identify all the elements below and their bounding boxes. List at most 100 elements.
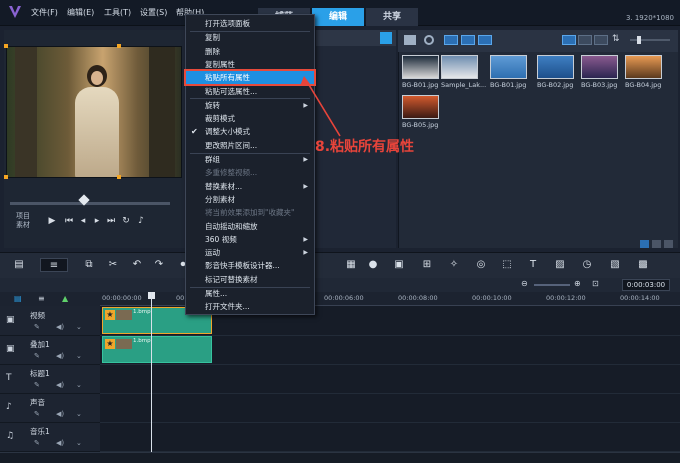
library-option-icon[interactable] bbox=[652, 240, 661, 248]
preview-scrubber[interactable] bbox=[10, 202, 170, 205]
timecode-display[interactable]: 0:00:03:00 bbox=[622, 279, 670, 291]
library-thumbnail[interactable] bbox=[490, 55, 527, 79]
track-view-icon[interactable]: ▤ bbox=[14, 294, 22, 303]
cut-icon[interactable]: ✂ bbox=[106, 258, 120, 272]
track-mute-icon[interactable]: ◀) bbox=[56, 381, 64, 389]
subtitle-icon[interactable]: ▣ bbox=[392, 258, 406, 272]
context-menu-item[interactable]: 运动 ▶ bbox=[186, 246, 314, 259]
context-menu-item[interactable]: 裁剪模式 bbox=[186, 112, 314, 125]
context-menu-item[interactable]: 调整大小模式 ✔ bbox=[186, 125, 314, 138]
context-menu-item[interactable]: 复制 bbox=[186, 31, 314, 44]
split-screen-icon[interactable]: ⊞ bbox=[420, 258, 434, 272]
color-grading-icon[interactable]: ▦ bbox=[344, 258, 358, 272]
timeline-clip[interactable]: ★ 1.bmp bbox=[102, 336, 212, 363]
thumb-size-knob[interactable] bbox=[637, 36, 641, 44]
context-menu-item[interactable]: 标记可替换素材 bbox=[186, 273, 314, 286]
track-expand-icon[interactable]: ⌄ bbox=[76, 381, 82, 389]
tab-edit[interactable]: 编辑 bbox=[312, 8, 364, 26]
tab-share[interactable]: 共享 bbox=[366, 8, 418, 26]
track-row[interactable] bbox=[100, 393, 680, 423]
mode-clip-label[interactable]: 素材 bbox=[16, 221, 30, 230]
preview-image[interactable] bbox=[6, 46, 182, 178]
resize-handle[interactable] bbox=[117, 175, 121, 179]
library-thumbnail[interactable] bbox=[402, 55, 439, 79]
resize-handle[interactable] bbox=[4, 175, 8, 179]
stabilize-icon[interactable]: ◎ bbox=[474, 258, 488, 272]
step-back-icon[interactable]: ◂ bbox=[78, 216, 88, 226]
track-mute-icon[interactable]: ◀) bbox=[56, 323, 64, 331]
context-menu-item[interactable]: 影音快手模板设计器... bbox=[186, 259, 314, 272]
sort-icon[interactable]: ⇅ bbox=[612, 34, 620, 44]
filter-image-button[interactable] bbox=[461, 35, 475, 45]
context-menu-item[interactable]: 打开文件夹... bbox=[186, 300, 314, 313]
track-mute-icon[interactable]: ◀) bbox=[56, 439, 64, 447]
track-header[interactable]: ▣ 视频 ✎ ◀) ⌄ bbox=[0, 306, 100, 336]
crop-icon[interactable]: ⬚ bbox=[500, 258, 514, 272]
mode-project-label[interactable]: 项目 bbox=[16, 212, 30, 221]
fit-timeline-icon[interactable]: ⊡ bbox=[592, 279, 599, 288]
view-thumb-button[interactable] bbox=[578, 35, 592, 45]
menu-item-paste-all-attributes[interactable]: 粘贴所有属性 bbox=[184, 69, 316, 87]
track-edit-icon[interactable]: ✎ bbox=[34, 323, 40, 331]
library-thumbnail[interactable] bbox=[625, 55, 662, 79]
timeline-view-icon[interactable]: ≡ bbox=[40, 258, 68, 272]
motion-icon[interactable]: ✧ bbox=[447, 258, 461, 272]
track-expand-icon[interactable]: ⌄ bbox=[76, 352, 82, 360]
track-header[interactable]: T 标题1 ✎ ◀) ⌄ bbox=[0, 364, 100, 394]
library-thumbnail[interactable] bbox=[537, 55, 574, 79]
zoom-slider[interactable] bbox=[534, 284, 570, 286]
track-header[interactable]: ♫ 音乐1 ✎ ◀) ⌄ bbox=[0, 422, 100, 452]
zoom-out-icon[interactable]: ⊖ bbox=[521, 279, 528, 288]
track-edit-icon[interactable]: ✎ bbox=[34, 439, 40, 447]
context-menu-item[interactable]: 删除 bbox=[186, 45, 314, 58]
filter-audio-button[interactable] bbox=[478, 35, 492, 45]
add-track-icon[interactable]: ▲ bbox=[62, 294, 68, 303]
context-menu-item[interactable]: 复制属性 bbox=[186, 58, 314, 71]
playhead[interactable] bbox=[151, 292, 152, 452]
track-mute-icon[interactable]: ◀) bbox=[56, 410, 64, 418]
repeat-icon[interactable]: ↻ bbox=[121, 216, 131, 226]
filter-video-button[interactable] bbox=[444, 35, 458, 45]
context-menu-item[interactable]: 自动摇动和缩放 bbox=[186, 220, 314, 233]
context-menu-item[interactable]: 分割素材 bbox=[186, 193, 314, 206]
track-expand-icon[interactable]: ⌄ bbox=[76, 439, 82, 447]
context-menu-item[interactable]: 属性... bbox=[186, 287, 314, 300]
gif-icon[interactable]: ▩ bbox=[636, 258, 650, 272]
resize-handle[interactable] bbox=[4, 44, 8, 48]
track-row[interactable] bbox=[100, 422, 680, 452]
context-menu-item[interactable]: 更改照片区间... bbox=[186, 139, 314, 152]
track-expand-icon[interactable]: ⌄ bbox=[76, 410, 82, 418]
track-list-icon[interactable]: ≡ bbox=[38, 294, 45, 303]
context-menu-item[interactable]: 粘贴可选属性... bbox=[186, 85, 314, 98]
import-icon[interactable] bbox=[424, 35, 434, 45]
mask-icon[interactable]: ● bbox=[366, 258, 380, 272]
library-thumbnail[interactable] bbox=[441, 55, 478, 79]
library-option-icon[interactable] bbox=[640, 240, 649, 248]
volume-icon[interactable]: ♪ bbox=[136, 216, 146, 226]
context-menu-item[interactable]: 打开选项面板 bbox=[186, 17, 314, 30]
context-menu-item[interactable]: 替换素材... ▶ bbox=[186, 180, 314, 193]
storyboard-view-icon[interactable]: ▤ bbox=[12, 258, 26, 272]
menu-file[interactable]: 文件(F) bbox=[31, 7, 58, 18]
menu-edit[interactable]: 编辑(E) bbox=[67, 7, 94, 18]
speed-icon[interactable]: ◷ bbox=[580, 258, 594, 272]
folder-icon[interactable] bbox=[404, 35, 416, 45]
track-row[interactable] bbox=[100, 364, 680, 394]
context-menu-item[interactable]: 群组 ▶ bbox=[186, 153, 314, 166]
track-mute-icon[interactable]: ◀) bbox=[56, 352, 64, 360]
play-icon[interactable]: ▶ bbox=[47, 216, 57, 226]
zoom-in-icon[interactable]: ⊕ bbox=[574, 279, 581, 288]
options-toggle-icon[interactable] bbox=[380, 32, 392, 44]
skip-end-icon[interactable]: ⏭ bbox=[106, 216, 116, 226]
track-edit-icon[interactable]: ✎ bbox=[34, 381, 40, 389]
library-thumbnail[interactable] bbox=[402, 95, 439, 119]
undo-icon[interactable]: ↶ bbox=[130, 258, 144, 272]
redo-icon[interactable]: ↷ bbox=[152, 258, 166, 272]
context-menu-item[interactable]: 旋转 ▶ bbox=[186, 99, 314, 112]
track-header[interactable]: ▣ 叠加1 ✎ ◀) ⌄ bbox=[0, 335, 100, 365]
track-expand-icon[interactable]: ⌄ bbox=[76, 323, 82, 331]
track-manager-icon[interactable]: ⧉ bbox=[82, 258, 96, 272]
track-edit-icon[interactable]: ✎ bbox=[34, 410, 40, 418]
track-header[interactable]: ♪ 声音 ✎ ◀) ⌄ bbox=[0, 393, 100, 423]
audio-ducking-icon[interactable]: ▨ bbox=[553, 258, 567, 272]
